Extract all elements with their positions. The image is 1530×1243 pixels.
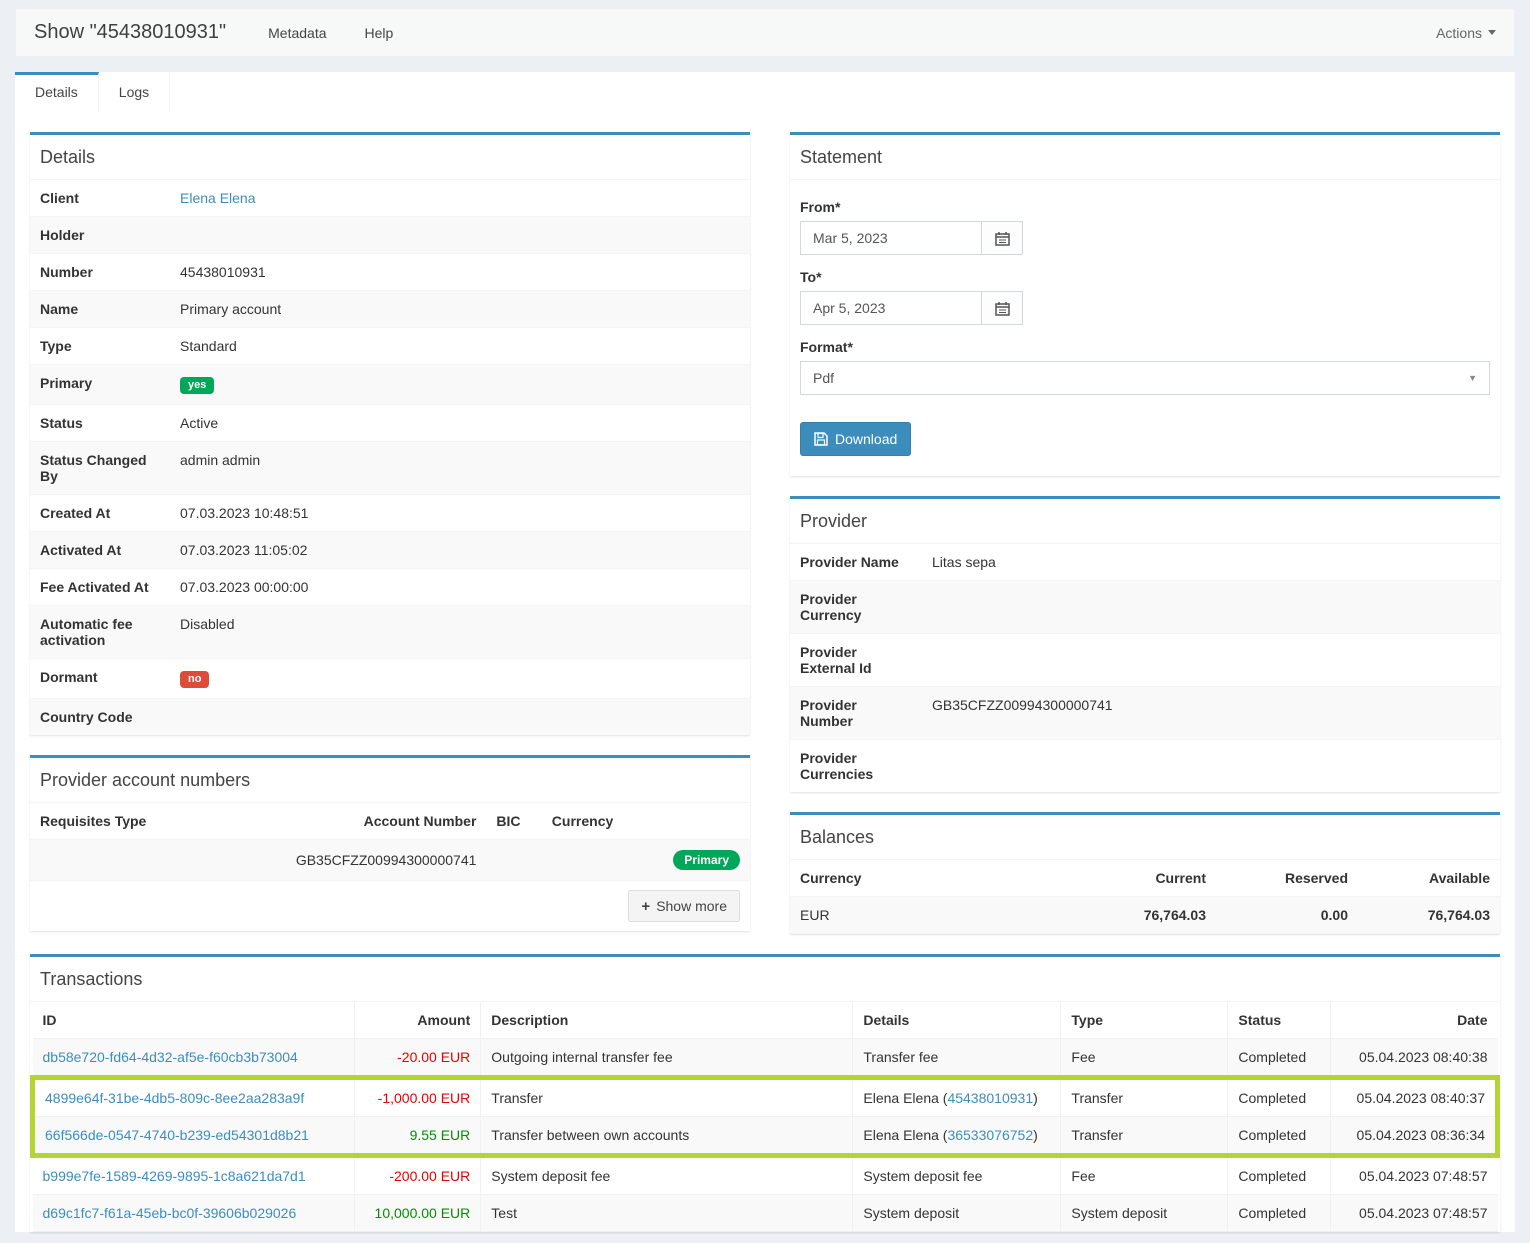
tab-bar: Details Logs (15, 72, 1515, 112)
left-column: Details Client Elena Elena Holder (30, 132, 750, 951)
transaction-row: d69c1fc7-f61a-45eb-bc0f-39606b029026 10,… (33, 1195, 1498, 1232)
select-caret-icon: ▼ (1468, 373, 1477, 383)
transaction-account-link[interactable]: 45438010931 (947, 1090, 1033, 1106)
menu-item-metadata[interactable]: Metadata (268, 25, 326, 41)
provider-table: Provider Name Litas sepa Provider Curren… (790, 544, 1500, 792)
details-box: Details Client Elena Elena Holder (30, 132, 750, 735)
detail-row-country-code: Country Code (30, 699, 750, 736)
transaction-id-link[interactable]: 66f566de-0547-4740-b239-ed54301d8b21 (45, 1127, 309, 1143)
tab-details[interactable]: Details (15, 72, 99, 112)
statement-box: Statement From* (790, 132, 1500, 476)
page: Show "45438010931" Metadata Help Actions… (0, 0, 1530, 1232)
balances-box-title: Balances (790, 815, 1500, 860)
show-more-button[interactable]: + Show more (628, 890, 740, 922)
format-label: Format* (800, 339, 1490, 355)
provider-row-name: Provider Name Litas sepa (790, 544, 1500, 581)
provider-box-title: Provider (790, 499, 1500, 544)
download-button[interactable]: Download (800, 422, 911, 456)
balances-table: Currency Current Reserved Available EUR … (790, 860, 1500, 934)
detail-row-automatic-fee-activation: Automatic fee activation Disabled (30, 606, 750, 659)
detail-row-dormant: Dormant no (30, 659, 750, 699)
client-link[interactable]: Elena Elena (180, 190, 256, 206)
provider-row-currencies: Provider Currencies (790, 740, 1500, 793)
to-date-input[interactable] (800, 291, 982, 325)
transaction-row-highlighted: 4899e64f-31be-4db5-809c-8ee2aa283a9f -1,… (33, 1078, 1498, 1117)
provider-account-row: GB35CFZZ00994300000741 Primary (30, 840, 750, 881)
detail-row-primary: Primary yes (30, 365, 750, 405)
transaction-amount: -20.00 EUR (397, 1049, 470, 1065)
dormant-no-badge: no (180, 671, 209, 688)
transaction-row: b999e7fe-1589-4269-9895-1c8a621da7d1 -20… (33, 1156, 1498, 1195)
details-box-title: Details (30, 135, 750, 180)
transactions-table: ID Amount Description Details Type Statu… (30, 1002, 1500, 1232)
primary-account-badge: Primary (673, 850, 740, 870)
provider-box: Provider Provider Name Litas sepa Provid… (790, 496, 1500, 792)
balances-box: Balances Currency Current Reserved Avail… (790, 812, 1500, 934)
format-selected-value: Pdf (813, 370, 834, 386)
to-label: To* (800, 269, 1490, 285)
provider-account-numbers-table: Requisites Type Account Number BIC Curre… (30, 803, 750, 931)
detail-row-client: Client Elena Elena (30, 180, 750, 217)
detail-row-name: Name Primary account (30, 291, 750, 328)
transaction-amount: 9.55 EUR (410, 1127, 471, 1143)
menu-item-help[interactable]: Help (365, 25, 394, 41)
transaction-amount: -200.00 EUR (389, 1168, 470, 1184)
details-table: Client Elena Elena Holder Number 4543801… (30, 180, 750, 735)
transaction-amount: 10,000.00 EUR (375, 1205, 471, 1221)
statement-form: From* (790, 180, 1500, 476)
actions-dropdown-button[interactable]: Actions (1436, 25, 1496, 41)
format-select[interactable]: Pdf ▼ (800, 361, 1490, 395)
transaction-id-link[interactable]: db58e720-fd64-4d32-af5e-f60cb3b73004 (43, 1049, 298, 1065)
detail-row-status-changed-by: Status Changed By admin admin (30, 442, 750, 495)
transaction-id-link[interactable]: d69c1fc7-f61a-45eb-bc0f-39606b029026 (43, 1205, 297, 1221)
calendar-icon (995, 301, 1010, 316)
transaction-row: db58e720-fd64-4d32-af5e-f60cb3b73004 -20… (33, 1039, 1498, 1078)
transaction-row-highlighted: 66f566de-0547-4740-b239-ed54301d8b21 9.5… (33, 1117, 1498, 1156)
right-column: Statement From* (790, 132, 1500, 954)
detail-row-type: Type Standard (30, 328, 750, 365)
provider-row-external-id: Provider External Id (790, 634, 1500, 687)
provider-row-number: Provider Number GB35CFZZ00994300000741 (790, 687, 1500, 740)
provider-account-numbers-title: Provider account numbers (30, 758, 750, 803)
from-date-input[interactable] (800, 221, 982, 255)
transaction-account-link[interactable]: 36533076752 (947, 1127, 1033, 1143)
to-calendar-addon[interactable] (982, 291, 1023, 325)
from-label: From* (800, 199, 1490, 215)
provider-row-currency: Provider Currency (790, 581, 1500, 634)
plus-icon: + (641, 899, 650, 914)
transactions-box-title: Transactions (30, 957, 1500, 1002)
transaction-id-link[interactable]: 4899e64f-31be-4db5-809c-8ee2aa283a9f (45, 1090, 304, 1106)
tab-content: Details Client Elena Elena Holder (15, 112, 1515, 1232)
provider-account-numbers-box: Provider account numbers Requisites Type… (30, 755, 750, 931)
transaction-id-link[interactable]: b999e7fe-1589-4269-9895-1c8a621da7d1 (43, 1168, 306, 1184)
to-date-group (800, 291, 1023, 325)
transaction-amount: -1,000.00 EUR (378, 1090, 471, 1106)
page-title: Show "45438010931" (34, 21, 226, 44)
tab-logs[interactable]: Logs (99, 72, 170, 112)
detail-row-number: Number 45438010931 (30, 254, 750, 291)
detail-row-status: Status Active (30, 405, 750, 442)
caret-down-icon (1488, 30, 1496, 35)
from-date-group (800, 221, 1023, 255)
actions-label: Actions (1436, 25, 1482, 41)
top-header-bar: Show "45438010931" Metadata Help Actions (15, 8, 1515, 57)
calendar-icon (995, 231, 1010, 246)
save-icon (814, 432, 828, 446)
primary-yes-badge: yes (180, 377, 214, 394)
detail-row-holder: Holder (30, 217, 750, 254)
balance-row: EUR 76,764.03 0.00 76,764.03 (790, 897, 1500, 934)
detail-row-activated-at: Activated At 07.03.2023 11:05:02 (30, 532, 750, 569)
detail-row-fee-activated-at: Fee Activated At 07.03.2023 00:00:00 (30, 569, 750, 606)
detail-row-created-at: Created At 07.03.2023 10:48:51 (30, 495, 750, 532)
transactions-box: Transactions ID Amount Description Detai… (30, 954, 1500, 1232)
from-calendar-addon[interactable] (982, 221, 1023, 255)
header-menu: Metadata Help (268, 25, 393, 41)
statement-box-title: Statement (790, 135, 1500, 180)
